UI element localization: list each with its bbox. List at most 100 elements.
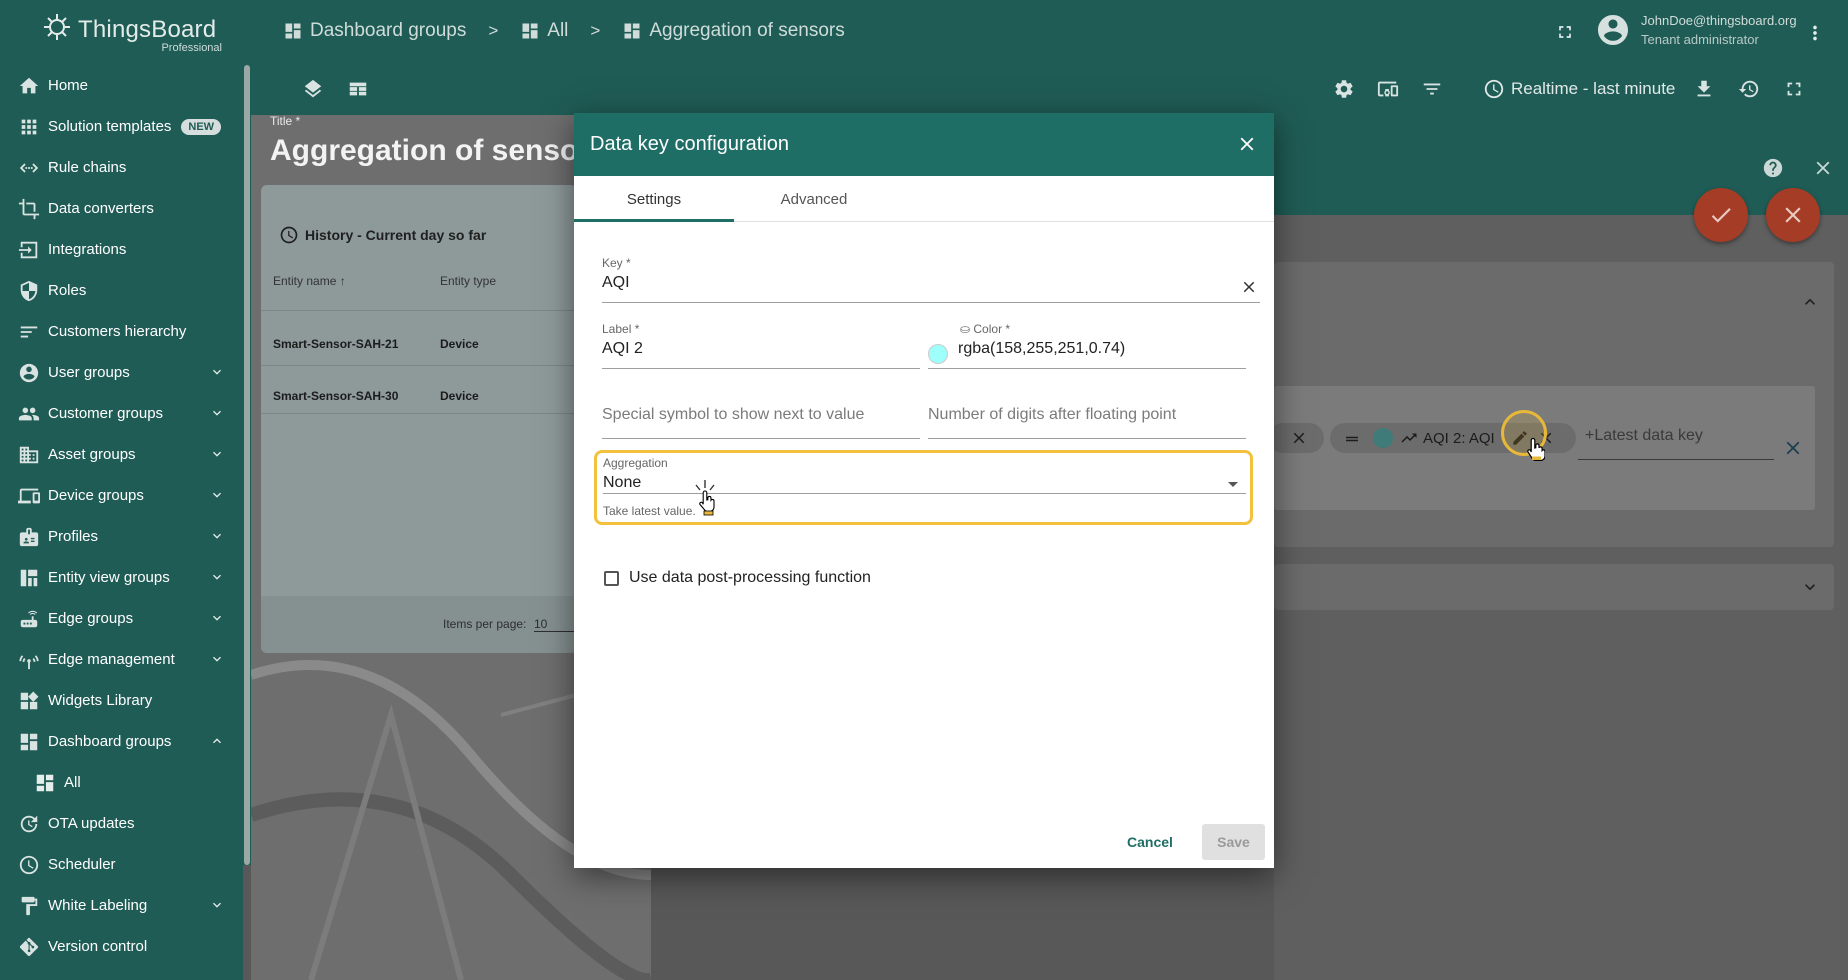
dropdown-arrow-icon[interactable] (1228, 482, 1238, 487)
sidebar-item-edge-groups[interactable]: Edge groups (0, 598, 243, 639)
sidebar-item-data-converters[interactable]: Data converters (0, 188, 243, 229)
color-field[interactable]: ⛀ Color * rgba(158,255,251,0.74) (928, 322, 1246, 369)
app-logo[interactable]: ThingsBoard Professional (42, 12, 222, 56)
sidebar-item-label: Customers hierarchy (48, 323, 187, 340)
key-field[interactable]: Key * AQI (602, 256, 1260, 303)
special-symbol-placeholder: Special symbol to show next to value (602, 406, 865, 423)
apply-button[interactable] (1694, 188, 1748, 242)
key-field-value[interactable]: AQI (602, 274, 1260, 292)
sidebar-item-scheduler[interactable]: Scheduler (0, 844, 243, 885)
column-header-entity-type[interactable]: Entity type (440, 274, 496, 288)
dialog-close-button[interactable] (1236, 133, 1258, 155)
cancel-button[interactable]: Cancel (1114, 824, 1186, 860)
sidebar-item-label: Profiles (48, 528, 99, 545)
sidebar-item-home[interactable]: Home (0, 65, 243, 106)
collapsed-panel[interactable] (1274, 564, 1834, 610)
latest-datakey-input[interactable]: +Latest data key (1585, 427, 1703, 445)
format-color-fill-icon: ⛀ (960, 322, 974, 336)
decimals-field[interactable]: Number of digits after floating point (928, 406, 1246, 439)
sidebar-item-customer-groups[interactable]: Customer groups (0, 393, 243, 434)
key-field-label: Key * (602, 256, 631, 270)
drag-handle-icon[interactable] (1343, 430, 1361, 448)
post-processing-checkbox[interactable]: Use data post-processing function (604, 569, 871, 587)
clear-datakeys-button[interactable] (1782, 437, 1804, 459)
sidebar-scrollbar[interactable] (243, 65, 251, 865)
color-swatch[interactable] (928, 344, 948, 364)
sidebar-item-asset-groups[interactable]: Asset groups (0, 434, 243, 475)
close-icon (1240, 137, 1254, 151)
dashboard-layout-button[interactable] (347, 78, 371, 102)
table-cell[interactable]: Device (440, 337, 479, 351)
sidebar-item-widgets-library[interactable]: Widgets Library (0, 680, 243, 721)
breadcrumb-dashboard-groups[interactable]: Dashboard groups (283, 20, 466, 42)
input-underline (928, 438, 1246, 439)
close-icon (1785, 207, 1801, 223)
special-symbol-field[interactable]: Special symbol to show next to value (602, 406, 920, 439)
sidebar-item-edge-management[interactable]: Edge management (0, 639, 243, 680)
sidebar-item-solution-templates[interactable]: Solution templates NEW (0, 106, 243, 147)
download-icon (1697, 80, 1711, 97)
sidebar-item-label: Roles (48, 282, 87, 299)
widgets-icon (17, 689, 41, 713)
sidebar-item-roles[interactable]: Roles (0, 270, 243, 311)
close-editor-button[interactable] (1812, 157, 1834, 179)
sidebar-item-label: All (64, 774, 81, 791)
clear-key-button[interactable] (1240, 278, 1258, 296)
user-email: JohnDoe@thingsboard.org (1641, 13, 1797, 28)
sidebar-item-dashboard-groups[interactable]: Dashboard groups (0, 721, 243, 762)
entity-aliases-button[interactable] (1377, 78, 1401, 102)
user-menu[interactable]: JohnDoe@thingsboard.org Tenant administr… (1595, 12, 1797, 48)
clock-icon (1484, 79, 1504, 99)
label-field-label: Label * (602, 322, 640, 336)
sidebar-item-entity-view-groups[interactable]: Entity view groups (0, 557, 243, 598)
sidebar-item-user-groups[interactable]: User groups (0, 352, 243, 393)
badge-icon (17, 525, 41, 549)
label-field-value[interactable]: AQI 2 (602, 340, 920, 358)
help-button[interactable] (1762, 157, 1784, 179)
discard-button[interactable] (1766, 188, 1820, 242)
label-field[interactable]: Label * AQI 2 (602, 322, 920, 369)
color-field-value[interactable]: rgba(158,255,251,0.74) (928, 340, 1246, 358)
sidebar-item-ota-updates[interactable]: OTA updates (0, 803, 243, 844)
table-cell[interactable]: Smart-Sensor-SAH-21 (273, 337, 398, 351)
update-icon (17, 812, 41, 836)
timewindow-button[interactable]: Realtime - last minute (1483, 78, 1675, 100)
chevron-down-icon (209, 487, 225, 503)
settings-button[interactable] (1333, 78, 1357, 102)
table-cell[interactable]: Smart-Sensor-SAH-30 (273, 389, 398, 403)
sidebar-item-dashboard-all[interactable]: All (0, 762, 243, 803)
tab-settings[interactable]: Settings (574, 176, 734, 222)
save-button[interactable]: Save (1202, 824, 1265, 860)
sidebar-item-customers-hierarchy[interactable]: Customers hierarchy (0, 311, 243, 352)
column-header-entity-name[interactable]: Entity name ↑ (273, 274, 346, 288)
datakey-chip[interactable] (1268, 423, 1324, 453)
dashboard-icon (33, 771, 57, 795)
version-history-button[interactable] (1738, 78, 1762, 102)
sidebar-item-label: User groups (48, 364, 130, 381)
tab-advanced[interactable]: Advanced (734, 176, 894, 222)
scrollbar-thumb[interactable] (244, 65, 250, 865)
checkbox-box[interactable] (604, 570, 619, 586)
widget-header: History - Current day so far (279, 225, 486, 245)
table-cell[interactable]: Device (440, 389, 479, 403)
download-button[interactable] (1693, 78, 1717, 102)
sidebar-item-device-groups[interactable]: Device groups (0, 475, 243, 516)
sidebar-item-integrations[interactable]: Integrations (0, 229, 243, 270)
chevron-down-icon (209, 569, 225, 585)
sidebar-item-rule-chains[interactable]: Rule chains (0, 147, 243, 188)
home-icon (17, 74, 41, 98)
dashboard-title[interactable]: Aggregation of sensors (270, 134, 576, 168)
chevron-up-icon[interactable] (1800, 292, 1820, 312)
sidebar-item-profiles[interactable]: Profiles (0, 516, 243, 557)
breadcrumb-label: Aggregation of sensors (649, 20, 845, 41)
filters-button[interactable] (1421, 78, 1445, 102)
sidebar-item-version-control[interactable]: Version control (0, 926, 243, 967)
items-per-page-select[interactable]: 10 (534, 617, 574, 632)
sidebar-item-white-labeling[interactable]: White Labeling (0, 885, 243, 926)
fullscreen-button[interactable] (1555, 22, 1579, 46)
breadcrumb-label: Dashboard groups (310, 20, 467, 41)
breadcrumb-all[interactable]: All (520, 20, 568, 42)
layers-button[interactable] (302, 78, 326, 102)
expand-button[interactable] (1783, 78, 1807, 102)
more-menu-button[interactable] (1804, 22, 1826, 44)
